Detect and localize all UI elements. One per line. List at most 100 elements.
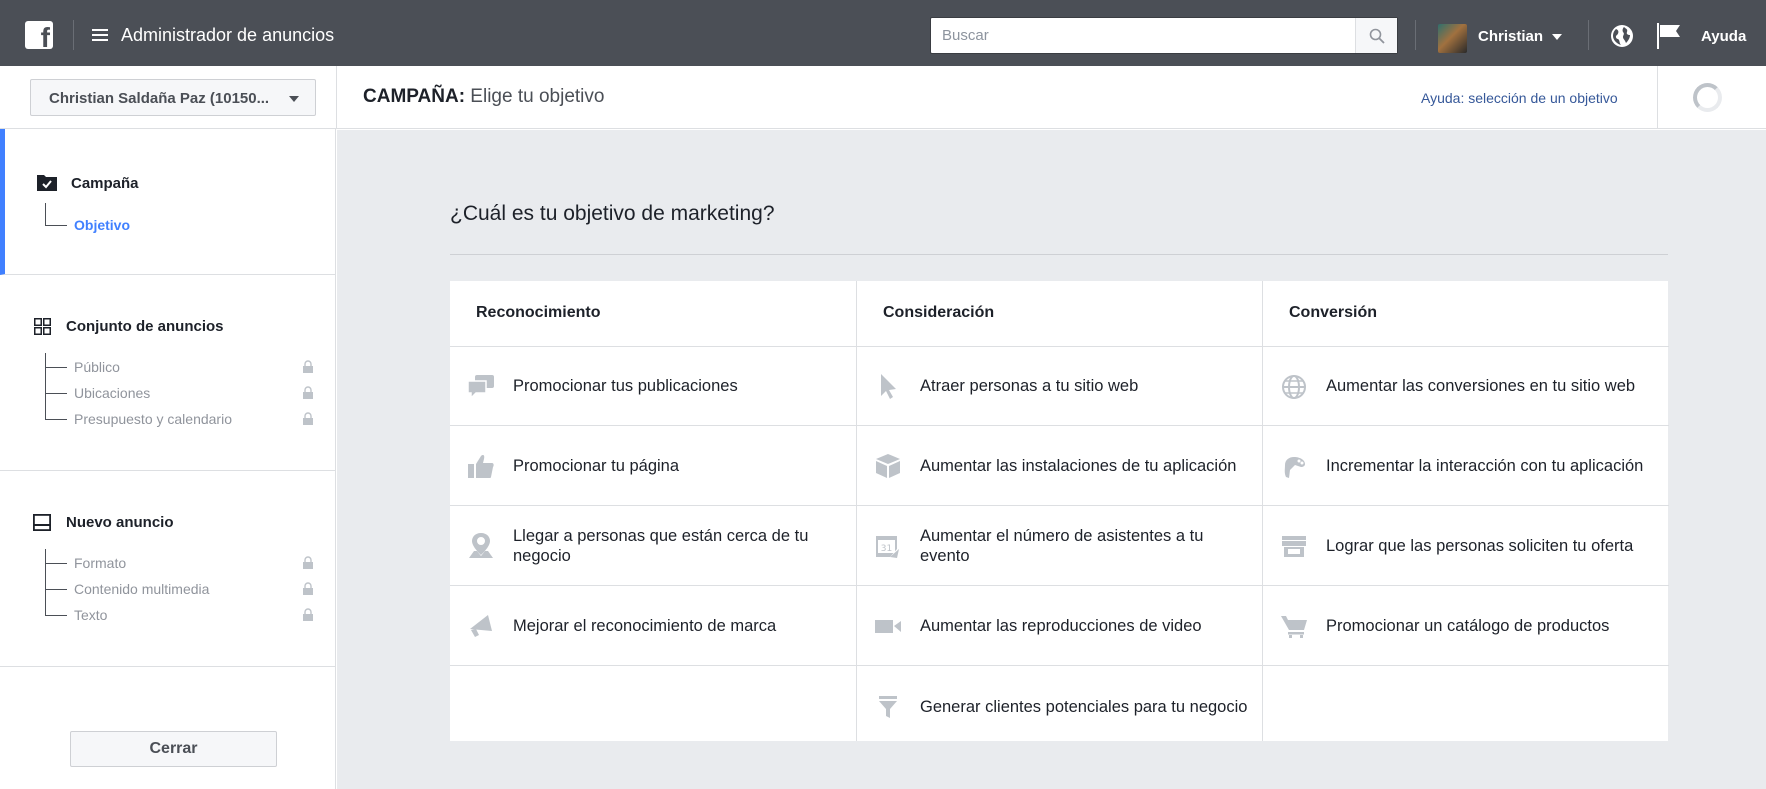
objective-offer-claims[interactable]: Lograr que las personas soliciten tu ofe… (1263, 507, 1669, 586)
megaphone-icon (470, 615, 492, 637)
sidebar-step-title: Conjunto de anuncios (66, 318, 224, 335)
objective-label: Aumentar las instalaciones de tu aplicac… (920, 457, 1237, 475)
header-row: Christian Saldaña Paz (10150... CAMPAÑA:… (0, 66, 1766, 129)
sidebar-step-adset[interactable]: Conjunto de anuncios Público Ubicaciones… (0, 275, 336, 471)
sidebar-subitem-label: Ubicaciones (74, 385, 151, 401)
speech-bubbles-icon (467, 375, 494, 400)
objective-label: Generar clientes potenciales para tu neg… (920, 697, 1248, 716)
chevron-down-icon[interactable] (1552, 34, 1562, 40)
sidebar-subitem-label: Público (74, 359, 120, 375)
objective-label: Incrementar la interacción con tu aplica… (1326, 457, 1644, 475)
tree-line (45, 563, 46, 589)
objective-conversions[interactable]: Aumentar las conversiones en tu sitio we… (1263, 347, 1669, 426)
objective-label: Aumentar las reproducciones de video (920, 617, 1202, 635)
map-pin-icon (469, 533, 493, 558)
divider (336, 66, 337, 129)
tree-branch (45, 589, 67, 590)
account-selector[interactable]: Christian Saldaña Paz (10150... (30, 79, 316, 116)
thumbs-up-icon (468, 455, 494, 478)
divider (1657, 66, 1658, 129)
objective-app-installs[interactable]: Aumentar las instalaciones de tu aplicac… (857, 427, 1263, 506)
divider (1588, 20, 1589, 50)
page-title-prefix: CAMPAÑA: (363, 86, 466, 107)
tree-branch (45, 615, 67, 616)
sidebar-step-title: Campaña (71, 175, 139, 192)
lock-icon (303, 412, 313, 425)
objective-boost-posts[interactable]: Promocionar tus publicaciones (450, 347, 856, 426)
sidebar-step-title: Nuevo anuncio (66, 514, 174, 531)
divider (450, 254, 1668, 255)
objective-video-views[interactable]: Aumentar las reproducciones de video (857, 587, 1263, 666)
sidebar-subitem-label: Contenido multimedia (74, 581, 210, 597)
page-title: CAMPAÑA: Elige tu objetivo (363, 86, 604, 108)
globe-icon (1282, 375, 1306, 399)
main-content: ¿Cuál es tu objetivo de marketing? Recon… (337, 130, 1766, 789)
objective-label: Promocionar tu página (513, 457, 680, 475)
objective-label: Llegar a personas que están cerca de tu … (513, 527, 809, 565)
objective-label: Promocionar tus publicaciones (513, 377, 738, 395)
objective-app-engagement[interactable]: Incrementar la interacción con tu aplica… (1263, 427, 1669, 506)
box-icon (876, 454, 900, 478)
search-icon (1369, 28, 1385, 44)
column-title: Conversión (1289, 304, 1378, 321)
ad-set-grid-icon (34, 318, 51, 335)
column-header: Reconocimiento (450, 281, 856, 347)
lock-icon (303, 386, 313, 399)
globe-icon[interactable] (1610, 24, 1634, 48)
app-title[interactable]: Administrador de anuncios (121, 25, 334, 46)
tree-line (45, 353, 46, 367)
objective-label: Lograr que las personas soliciten tu ofe… (1326, 537, 1634, 555)
top-bar: f Administrador de anuncios Christian Ay… (0, 0, 1766, 66)
objective-promote-page[interactable]: Promocionar tu página (450, 427, 856, 506)
tree-branch (45, 225, 67, 226)
lock-icon (303, 582, 313, 595)
tree-branch (45, 393, 67, 394)
lock-icon (303, 556, 313, 569)
objective-product-catalog[interactable]: Promocionar un catálogo de productos (1263, 587, 1669, 666)
objective-column-conversion: Conversión Aumentar las conversiones en … (1262, 281, 1669, 741)
sidebar-subitem-label: Formato (74, 555, 127, 571)
storefront-icon (1282, 536, 1306, 557)
objective-local-awareness[interactable]: Llegar a personas que están cerca de tu … (450, 507, 856, 586)
shopping-cart-icon (1281, 616, 1307, 638)
help-objective-link[interactable]: Ayuda: selección de un objetivo (1421, 90, 1618, 106)
tree-branch (45, 563, 67, 564)
divider (1415, 20, 1416, 50)
column-header: Consideración (857, 281, 1263, 347)
tree-branch (45, 419, 67, 420)
sidebar-step-campaign[interactable]: Campaña Objetivo (0, 129, 336, 275)
menu-icon[interactable] (92, 29, 108, 41)
marketing-objective-question: ¿Cuál es tu objetivo de marketing? (450, 202, 775, 225)
help-link[interactable]: Ayuda (1701, 28, 1746, 45)
search-button[interactable] (1355, 18, 1397, 53)
flag-icon[interactable] (1656, 22, 1682, 50)
sidebar-subitem-label: Presupuesto y calendario (74, 411, 232, 427)
objective-column-awareness: Reconocimiento Promocionar tus publicaci… (450, 281, 856, 741)
tree-line (45, 393, 46, 419)
lock-icon (303, 360, 313, 373)
close-button[interactable]: Cerrar (70, 731, 277, 767)
sidebar-subitem-label: Objetivo (74, 217, 131, 233)
facebook-logo-icon[interactable]: f (25, 21, 53, 49)
objective-traffic[interactable]: Atraer personas a tu sitio web (857, 347, 1263, 426)
tree-line (45, 549, 46, 563)
objective-brand-awareness[interactable]: Mejorar el reconocimiento de marca (450, 587, 856, 666)
objective-lead-generation[interactable]: Generar clientes potenciales para tu neg… (857, 667, 1263, 746)
new-ad-icon (33, 514, 51, 531)
objective-label: Promocionar un catálogo de productos (1326, 617, 1610, 635)
objective-event-responses[interactable]: 31 Aumentar el número de asistentes a tu… (857, 507, 1263, 586)
game-controller-icon (1284, 457, 1305, 478)
user-name[interactable]: Christian (1478, 28, 1543, 45)
funnel-icon (879, 696, 897, 718)
svg-text:31: 31 (881, 544, 892, 554)
loading-spinner-icon (1693, 83, 1722, 112)
objective-label: Aumentar las conversiones en tu sitio we… (1326, 377, 1636, 395)
sidebar-step-ad[interactable]: Nuevo anuncio Formato Contenido multimed… (0, 471, 336, 667)
page-title-rest: Elige tu objetivo (465, 86, 605, 107)
tree-branch (45, 367, 67, 368)
objective-label: Mejorar el reconocimiento de marca (513, 617, 777, 635)
divider (73, 20, 74, 50)
search-box (930, 17, 1398, 54)
avatar[interactable] (1438, 24, 1467, 53)
search-input[interactable] (931, 18, 1351, 53)
